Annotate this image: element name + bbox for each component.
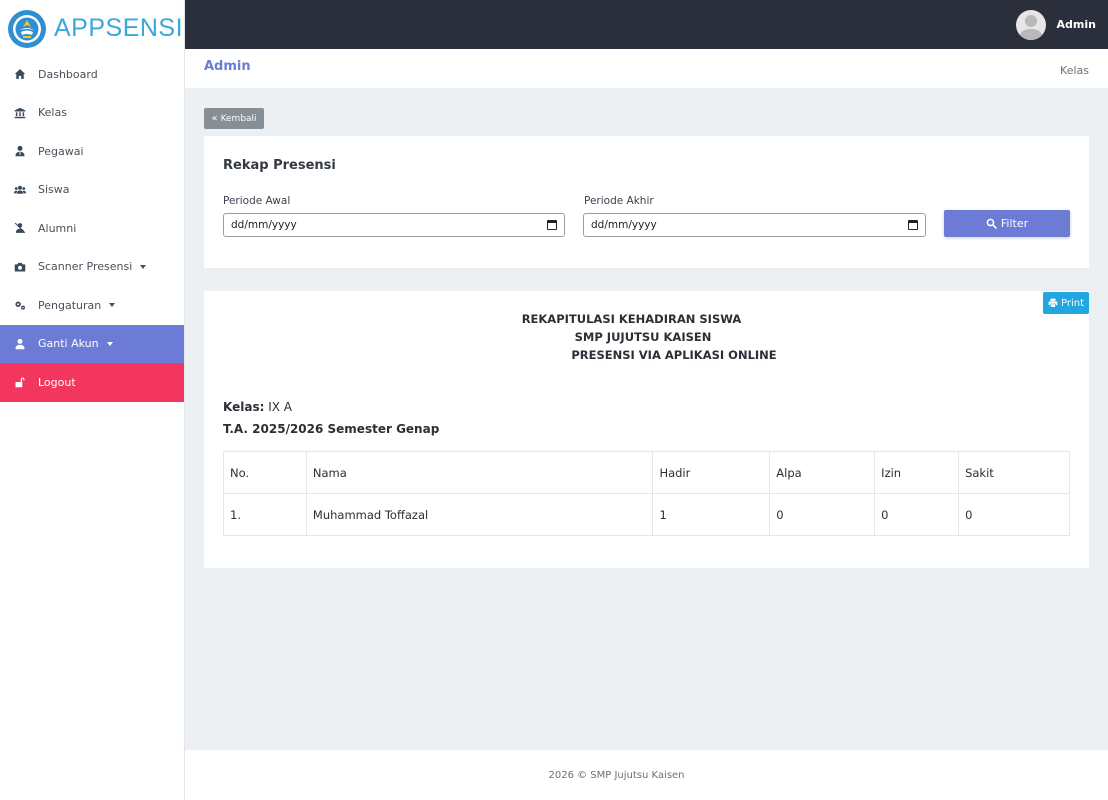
tut-wuri-logo-icon (8, 9, 46, 48)
print-icon (1048, 298, 1058, 308)
sidebar-item-scanner-presensi[interactable]: Scanner Presensi (0, 248, 184, 287)
start-date-input[interactable]: dd/mm/yyyy (223, 213, 565, 237)
bank-icon (13, 106, 27, 120)
calendar-icon[interactable] (908, 220, 918, 230)
back-button-label: Kembali (220, 113, 257, 124)
sidebar-item-pegawai[interactable]: Pegawai (0, 132, 184, 171)
brand-name: APPSENSI (54, 14, 184, 42)
home-icon (13, 67, 27, 81)
tahun-ajaran: T.A. 2025/2026 Semester Genap (223, 422, 440, 436)
user-slash-icon (13, 221, 27, 235)
column-header-sakit: Sakit (958, 451, 1070, 494)
card-title: Rekap Presensi (223, 158, 336, 173)
unlock-icon (13, 375, 27, 389)
user-icon (13, 337, 27, 351)
filter-button-label: Filter (1000, 217, 1029, 230)
page-header: Admin Kelas (185, 49, 1108, 88)
sidebar-item-label: Kelas (38, 106, 67, 120)
sidebar-item-label: Siswa (38, 183, 70, 197)
sidebar-item-label: Pegawai (38, 144, 84, 158)
sidebar-item-ganti-akun[interactable]: Ganti Akun (0, 324, 184, 363)
rekap-table: No. Nama Hadir Alpa Izin Sakit 1. Muhamm… (223, 451, 1070, 536)
sidebar-item-kelas[interactable]: Kelas (0, 94, 184, 133)
sidebar-item-logout[interactable]: Logout (0, 363, 184, 402)
kelas-value: IX A (268, 400, 293, 414)
report-card: Print REKAPITULASI KEHADIRAN SISWA SMP J… (204, 291, 1089, 568)
calendar-icon[interactable] (547, 220, 557, 230)
sidebar-item-label: Scanner Presensi (38, 260, 133, 274)
chevron-down-icon (140, 264, 147, 269)
sidebar-item-pengaturan[interactable]: Pengaturan (0, 286, 184, 325)
sidebar: APPSENSI Dashboard Kelas Pegawai Siswa A… (0, 0, 185, 800)
column-header-alpa: Alpa (769, 451, 876, 494)
breadcrumb[interactable]: Kelas (1060, 64, 1089, 77)
cell-hadir: 1 (652, 493, 771, 536)
avatar[interactable] (1015, 9, 1046, 40)
report-heading-line: PRESENSI VIA APLIKASI ONLINE (571, 348, 777, 362)
start-date-label: Periode Awal (223, 195, 291, 207)
sidebar-item-siswa[interactable]: Siswa (0, 171, 184, 210)
sidebar-item-label: Alumni (38, 221, 77, 235)
footer: 2026 © SMP Jujutsu Kaisen (185, 750, 1108, 800)
camera-icon (13, 260, 27, 274)
cell-izin: 0 (874, 493, 960, 536)
sidebar-item-label: Dashboard (38, 67, 98, 81)
sidebar-item-dashboard[interactable]: Dashboard (0, 55, 184, 94)
sidebar-nav: Dashboard Kelas Pegawai Siswa Alumni Sca… (0, 55, 184, 402)
sidebar-item-label: Ganti Akun (38, 337, 99, 351)
chevron-down-icon (109, 303, 116, 308)
column-header-no: No. (223, 451, 307, 494)
sidebar-item-label: Pengaturan (38, 298, 102, 312)
kelas-info: Kelas: IX A (223, 400, 292, 414)
user-name[interactable]: Admin (1057, 18, 1096, 31)
sidebar-item-alumni[interactable]: Alumni (0, 209, 184, 248)
cell-alpa: 0 (769, 493, 876, 536)
column-header-izin: Izin (874, 451, 960, 494)
table-header-row: No. Nama Hadir Alpa Izin Sakit (223, 451, 1070, 494)
back-button[interactable]: « Kembali (204, 108, 264, 129)
column-header-nama: Nama (305, 451, 654, 494)
end-date-label: Periode Akhir (584, 195, 654, 207)
end-date-value: dd/mm/yyyy (591, 219, 657, 231)
double-chevron-left-icon: « (211, 112, 218, 124)
brand[interactable]: APPSENSI (0, 0, 184, 57)
users-icon (13, 183, 27, 197)
filter-button[interactable]: Filter (944, 210, 1070, 237)
report-heading: REKAPITULASI KEHADIRAN SISWA SMP JUJUTSU… (204, 310, 1089, 364)
chevron-down-icon (106, 341, 113, 346)
page-title: Admin (204, 58, 251, 74)
report-heading-line: REKAPITULASI KEHADIRAN SISWA (521, 312, 742, 326)
table-row: 1. Muhammad Toffazal 1 0 0 0 (223, 493, 1070, 536)
print-button-label: Print (1060, 297, 1084, 309)
sidebar-item-label: Logout (38, 375, 76, 389)
report-heading-line: SMP JUJUTSU KAISEN (574, 330, 712, 344)
cell-sakit: 0 (958, 493, 1070, 536)
search-icon (986, 218, 997, 229)
topbar: Admin (185, 0, 1108, 49)
cell-nama: Muhammad Toffazal (305, 493, 654, 536)
column-header-hadir: Hadir (652, 451, 771, 494)
footer-text: 2026 © SMP Jujutsu Kaisen (548, 769, 685, 781)
cell-no: 1. (223, 493, 307, 536)
cogs-icon (13, 298, 27, 312)
start-date-value: dd/mm/yyyy (231, 219, 297, 231)
user-tie-icon (13, 144, 27, 158)
end-date-input[interactable]: dd/mm/yyyy (583, 213, 926, 237)
filter-card: Rekap Presensi Periode Awal dd/mm/yyyy P… (204, 136, 1089, 268)
kelas-label: Kelas: (223, 400, 265, 414)
